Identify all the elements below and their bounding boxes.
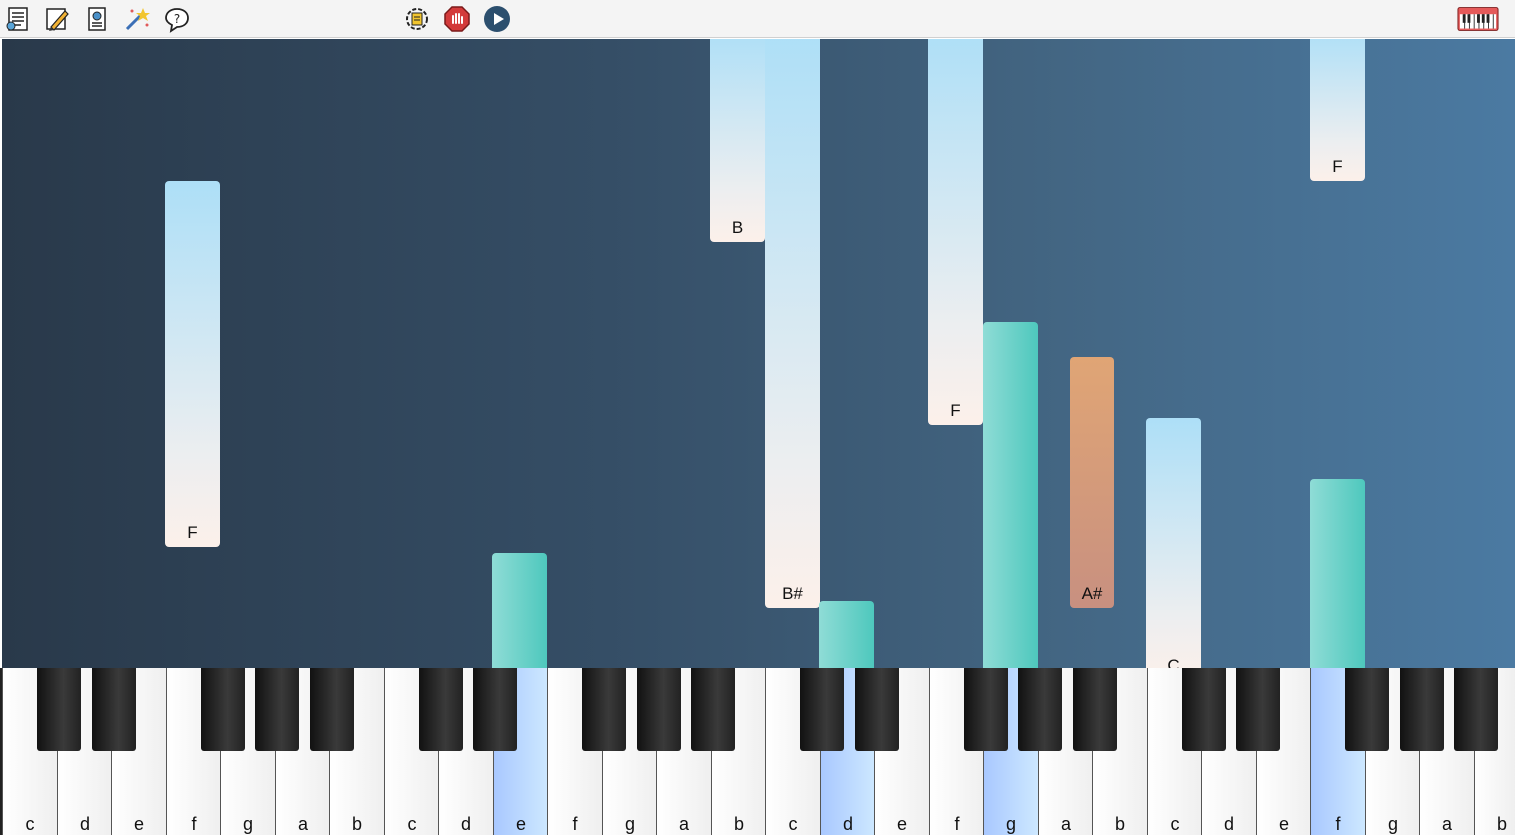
note-label: B: [731, 218, 744, 237]
key-label: a: [297, 814, 308, 834]
key-label: g: [1005, 814, 1016, 834]
falling-note: A#: [1070, 357, 1114, 608]
falling-note: B#: [765, 39, 820, 608]
key-label: f: [572, 814, 578, 834]
key-label: d: [842, 814, 853, 834]
key-label: f: [191, 814, 197, 834]
note-label: F: [187, 523, 198, 542]
key-label: f: [1335, 814, 1341, 834]
key-label: c: [25, 814, 35, 834]
key-label: d: [79, 814, 90, 834]
note-label: F: [1332, 157, 1343, 176]
pencil-icon[interactable]: [42, 4, 72, 34]
help-icon[interactable]: ?: [162, 4, 192, 34]
key-label: a: [1441, 814, 1452, 834]
falling-note: C: [1146, 418, 1201, 668]
magic-wand-icon[interactable]: [122, 4, 152, 34]
document-settings-icon[interactable]: [82, 4, 112, 34]
black-key[interactable]: [201, 668, 245, 751]
key-label: g: [242, 814, 253, 834]
black-key[interactable]: [1073, 668, 1117, 751]
black-key[interactable]: [473, 668, 517, 751]
falling-note: F: [1310, 39, 1365, 181]
black-key[interactable]: [1182, 668, 1226, 751]
refresh-icon[interactable]: [402, 4, 432, 34]
key-label: a: [1060, 814, 1071, 834]
key-label: b: [1114, 814, 1125, 834]
key-label: e: [896, 814, 907, 834]
black-key[interactable]: [800, 668, 844, 751]
toolbar: ?: [0, 0, 1515, 38]
black-key[interactable]: [964, 668, 1008, 751]
key-label: c: [788, 814, 798, 834]
key-label: e: [1278, 814, 1289, 834]
falling-note: F: [165, 181, 220, 547]
piano-keyboard: c d e f g a b c d e f g a b c d e f g a …: [0, 668, 1515, 835]
svg-text:?: ?: [174, 12, 180, 26]
falling-note: [983, 322, 1038, 668]
piano-keyboard-icon[interactable]: [1456, 4, 1500, 34]
key-label: c: [1170, 814, 1180, 834]
key-label: d: [460, 814, 471, 834]
key-label: e: [515, 814, 526, 834]
key-label: g: [624, 814, 635, 834]
black-key[interactable]: [1018, 668, 1062, 751]
key-label: b: [351, 814, 362, 834]
falling-note: B: [710, 39, 765, 242]
note-label: C: [1167, 656, 1180, 668]
black-key[interactable]: [855, 668, 899, 751]
key-label: f: [954, 814, 960, 834]
black-key[interactable]: [37, 668, 81, 751]
black-key[interactable]: [1400, 668, 1444, 751]
black-key[interactable]: [310, 668, 354, 751]
black-key[interactable]: [255, 668, 299, 751]
key-label: c: [407, 814, 417, 834]
falling-note: [1310, 479, 1365, 668]
falling-note: F: [928, 39, 983, 425]
key-label: a: [678, 814, 689, 834]
key-label: g: [1387, 814, 1398, 834]
note-label: A#: [1081, 584, 1103, 603]
black-key[interactable]: [582, 668, 626, 751]
black-key[interactable]: [92, 668, 136, 751]
black-key[interactable]: [637, 668, 681, 751]
key-label: b: [733, 814, 744, 834]
black-key[interactable]: [1236, 668, 1280, 751]
play-icon[interactable]: [482, 4, 512, 34]
document-list-icon[interactable]: [3, 4, 33, 34]
falling-note: [492, 553, 547, 668]
black-key[interactable]: [691, 668, 735, 751]
note-label: F: [950, 401, 961, 420]
black-key[interactable]: [419, 668, 463, 751]
note-stage: F B B# F A# C F: [2, 39, 1515, 668]
falling-note: [819, 601, 874, 668]
note-label: B#: [782, 584, 803, 603]
key-label: e: [133, 814, 144, 834]
stop-icon[interactable]: [442, 4, 472, 34]
black-key[interactable]: [1345, 668, 1389, 751]
key-label: d: [1223, 814, 1234, 834]
black-key[interactable]: [1454, 668, 1498, 751]
key-label: b: [1496, 814, 1507, 834]
